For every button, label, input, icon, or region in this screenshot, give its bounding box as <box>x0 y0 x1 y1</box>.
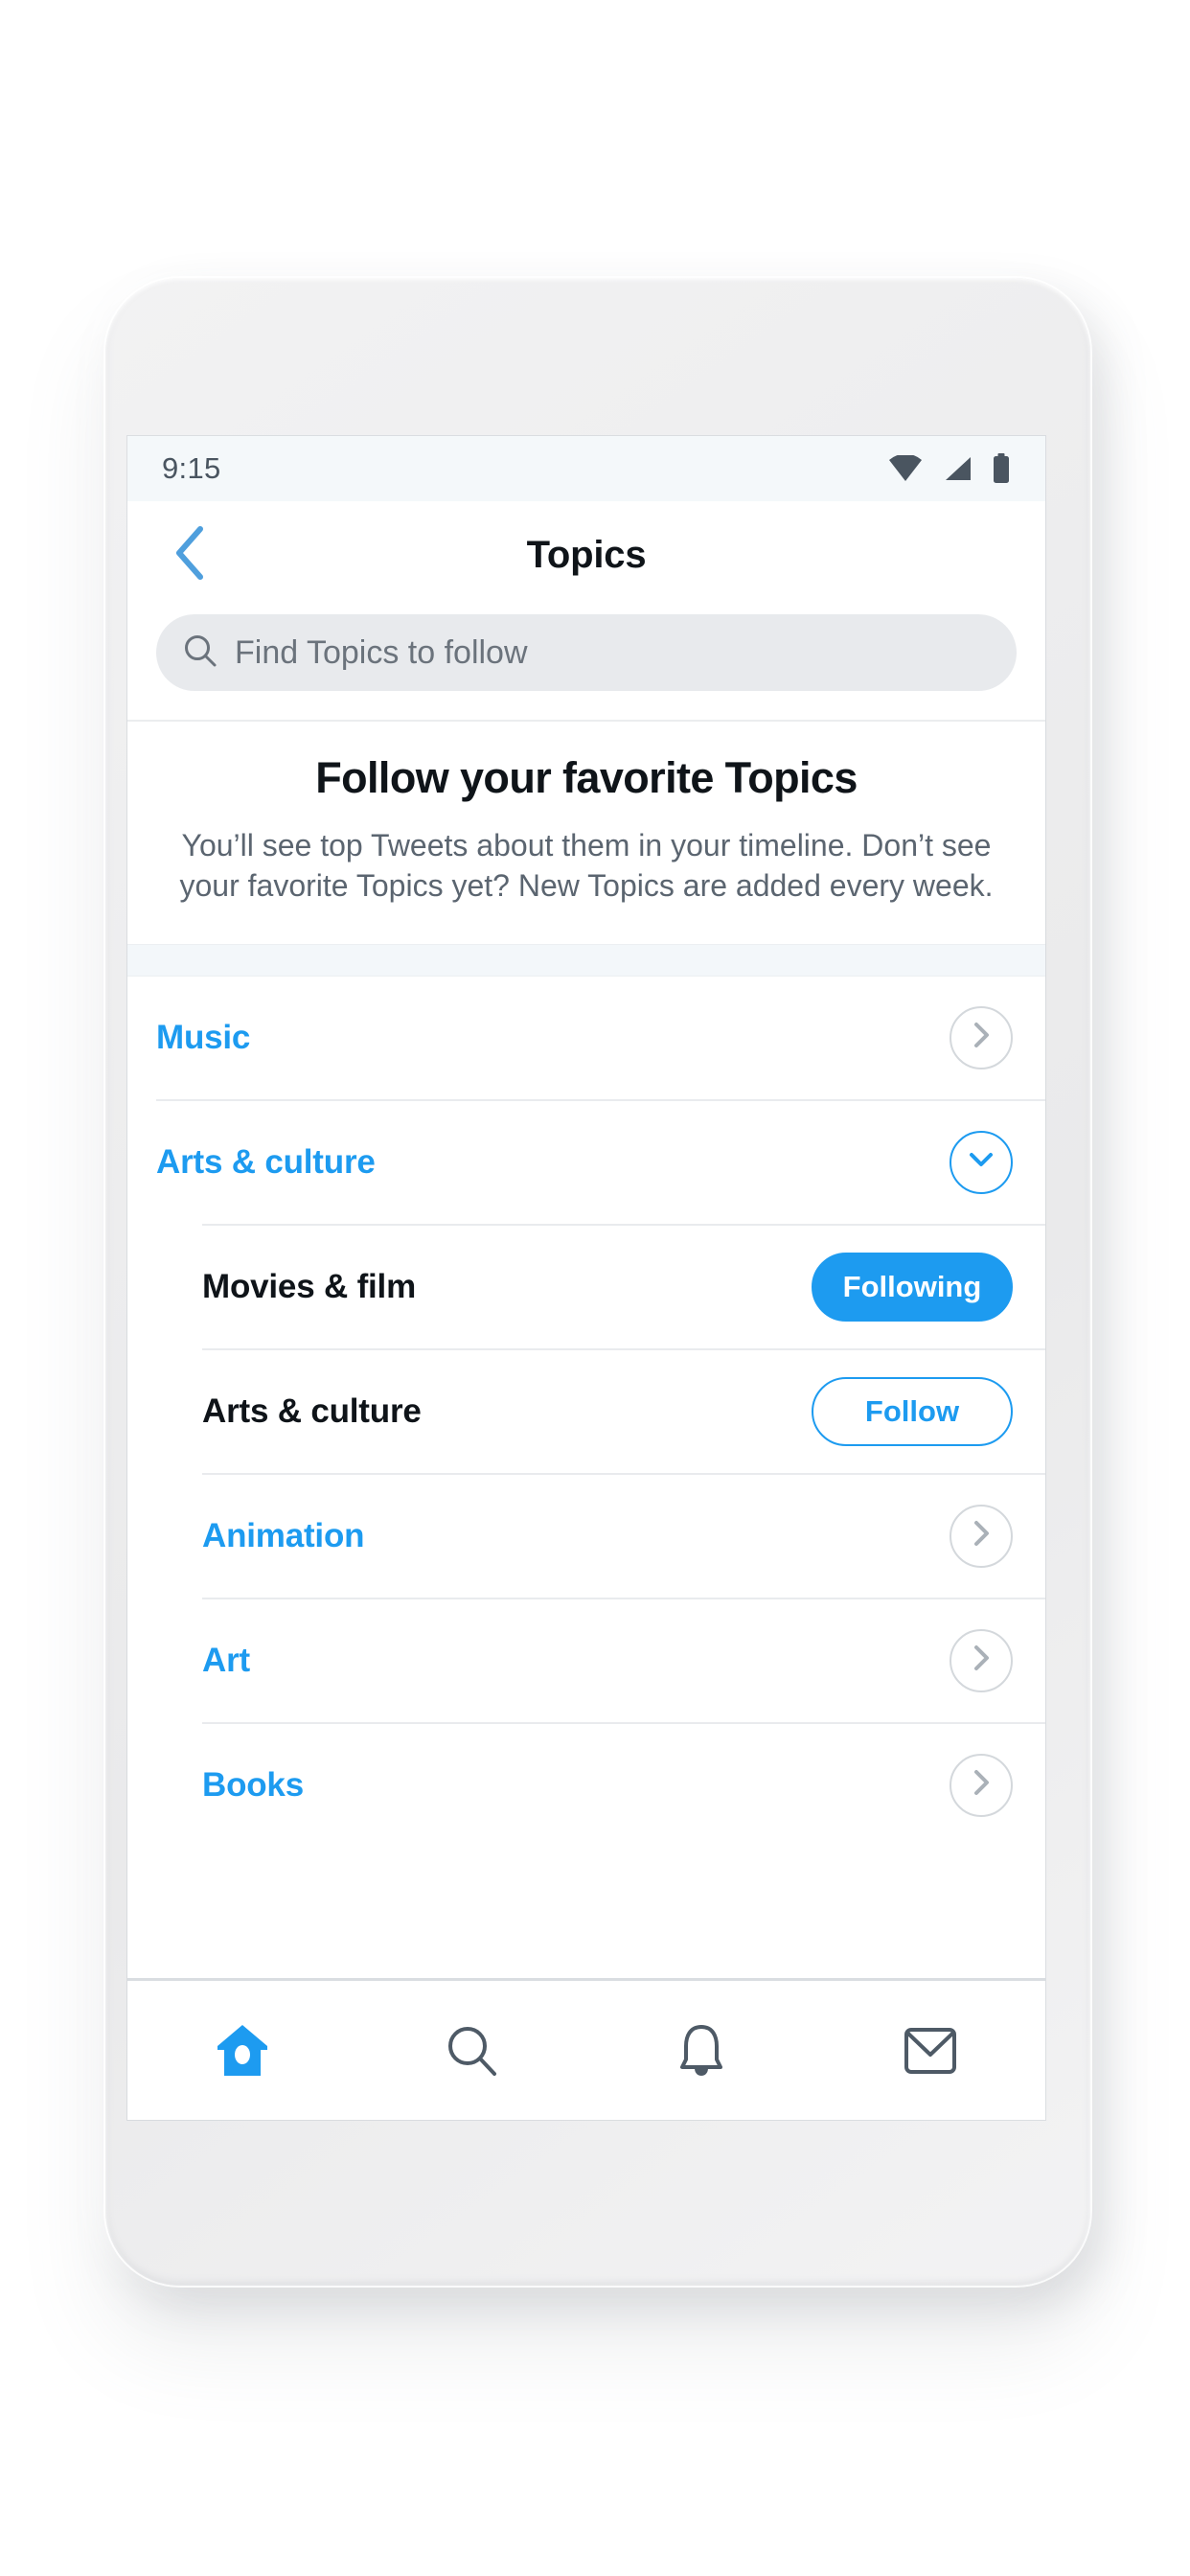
hero-section: Follow your favorite Topics You’ll see t… <box>127 722 1045 944</box>
topic-row[interactable]: Animation <box>127 1474 1045 1598</box>
bell-icon <box>676 2023 726 2079</box>
chevron-right-icon <box>965 1642 997 1679</box>
topic-row-label: Animation <box>202 1516 365 1554</box>
bottom-navigation-bar <box>127 1978 1045 2120</box>
topic-row-label: Art <box>202 1641 250 1679</box>
expand-topic-button[interactable] <box>950 1753 1013 1817</box>
status-bar-icons <box>888 453 1011 484</box>
topic-row-label: Books <box>202 1765 304 1804</box>
app-bar: Topics <box>127 501 1045 609</box>
search-section: Find Topics to follow <box>127 609 1045 720</box>
search-input[interactable]: Find Topics to follow <box>156 614 1017 691</box>
section-band-separator <box>127 943 1045 977</box>
wifi-icon <box>888 455 923 482</box>
topic-row[interactable]: Arts & culture <box>127 1100 1045 1224</box>
search-icon <box>183 633 217 673</box>
nav-messages-button[interactable] <box>816 1981 1046 2120</box>
chevron-right-icon <box>965 1019 997 1056</box>
hero-description: You’ll see top Tweets about them in your… <box>179 827 994 903</box>
status-bar: 9:15 <box>127 436 1045 501</box>
topic-row[interactable]: Arts & culture Follow <box>127 1349 1045 1473</box>
page-root: 9:15 Topics Find Topics to follow Follow… <box>0 0 1190 2576</box>
mail-icon <box>904 2026 957 2076</box>
follow-button[interactable]: Follow <box>812 1376 1013 1446</box>
topic-row[interactable]: Movies & film Following <box>127 1225 1045 1348</box>
back-button[interactable] <box>156 521 223 588</box>
collapse-topic-button[interactable] <box>950 1130 1013 1194</box>
topic-row-label: Arts & culture <box>156 1142 376 1181</box>
home-icon <box>216 2023 269 2079</box>
topic-row[interactable]: Art <box>127 1598 1045 1722</box>
status-bar-clock: 9:15 <box>162 451 221 485</box>
topic-row[interactable]: Music <box>127 976 1045 1099</box>
nav-notifications-button[interactable] <box>586 1981 816 2120</box>
expand-topic-button[interactable] <box>950 1628 1013 1692</box>
chevron-right-icon <box>965 1517 997 1554</box>
chevron-right-icon <box>965 1766 997 1804</box>
chevron-left-icon <box>173 525 206 585</box>
hero-heading: Follow your favorite Topics <box>315 753 858 802</box>
page-title: Topics <box>526 533 647 576</box>
nav-search-button[interactable] <box>357 1981 587 2120</box>
topic-row-label: Arts & culture <box>202 1392 422 1430</box>
topic-row[interactable]: Books <box>127 1723 1045 1847</box>
expand-topic-button[interactable] <box>950 1005 1013 1070</box>
chevron-down-icon <box>965 1143 997 1181</box>
phone-screen: 9:15 Topics Find Topics to follow Follow… <box>127 436 1045 2120</box>
search-placeholder: Find Topics to follow <box>235 633 528 671</box>
topic-row-label: Movies & film <box>202 1267 417 1305</box>
topic-row-label: Music <box>156 1018 251 1056</box>
expand-topic-button[interactable] <box>950 1504 1013 1568</box>
nav-home-button[interactable] <box>127 1981 357 2120</box>
search-icon <box>445 2024 498 2078</box>
following-button[interactable]: Following <box>812 1252 1013 1322</box>
cellular-signal-icon <box>942 455 973 482</box>
topics-list: Music Arts & culture Movies & film Followin… <box>127 976 1045 1847</box>
battery-icon <box>992 453 1011 484</box>
